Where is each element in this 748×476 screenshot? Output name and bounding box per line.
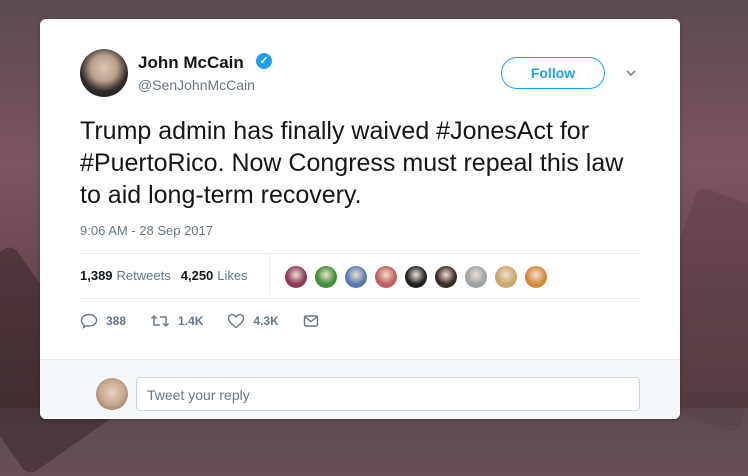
- divider: [80, 298, 640, 299]
- retweet-icon: [151, 315, 170, 327]
- liker-avatar[interactable]: [284, 265, 308, 289]
- heart-icon: [228, 313, 245, 329]
- reply-icon: [80, 313, 98, 329]
- tweet-stats: 1,389 Retweets 4,250 Likes: [80, 260, 258, 290]
- user-avatar: [96, 378, 128, 410]
- author-name[interactable]: John McCain: [138, 53, 244, 73]
- liker-avatar[interactable]: [464, 265, 488, 289]
- verified-badge-icon: ✓: [256, 53, 272, 69]
- retweets-label[interactable]: Retweets: [117, 268, 171, 283]
- reply-count: 388: [106, 314, 127, 328]
- liker-avatar[interactable]: [494, 265, 518, 289]
- liker-avatar[interactable]: [374, 265, 398, 289]
- author-avatar[interactable]: [80, 49, 128, 97]
- reply-action[interactable]: 388: [80, 313, 126, 329]
- liker-avatar[interactable]: [434, 265, 458, 289]
- divider: [269, 254, 270, 294]
- liker-avatar[interactable]: [314, 265, 338, 289]
- reply-area: Tweet your reply: [40, 359, 680, 419]
- tweet-text: Trump admin has finally waived #JonesAct…: [80, 117, 624, 209]
- liker-avatar[interactable]: [404, 265, 428, 289]
- follow-button[interactable]: Follow: [501, 57, 605, 89]
- message-action[interactable]: [303, 314, 327, 328]
- like-action[interactable]: 4.3K: [227, 313, 279, 329]
- retweets-count[interactable]: 1,389: [80, 268, 113, 283]
- author-handle[interactable]: @SenJohnMcCain: [138, 77, 255, 93]
- reply-input[interactable]: Tweet your reply: [136, 377, 640, 411]
- tweet-timestamp[interactable]: 9:06 AM - 28 Sep 2017: [80, 223, 213, 238]
- tweet-header: John McCain ✓ @SenJohnMcCain Follow: [40, 19, 680, 99]
- retweet-count: 1.4K: [178, 314, 204, 328]
- likes-count[interactable]: 4,250: [181, 268, 214, 283]
- liker-avatar[interactable]: [524, 265, 548, 289]
- like-count: 4.3K: [253, 314, 279, 328]
- tweet-card: John McCain ✓ @SenJohnMcCain Follow Trum…: [40, 19, 680, 419]
- envelope-icon: [303, 315, 318, 327]
- chevron-down-icon[interactable]: [625, 67, 637, 79]
- divider: [80, 253, 640, 254]
- liker-avatar[interactable]: [344, 265, 368, 289]
- liker-avatars: [284, 265, 554, 289]
- tweet-actions: 388 1.4K 4.3K: [80, 313, 351, 329]
- likes-label[interactable]: Likes: [217, 268, 247, 283]
- retweet-action[interactable]: 1.4K: [150, 313, 203, 329]
